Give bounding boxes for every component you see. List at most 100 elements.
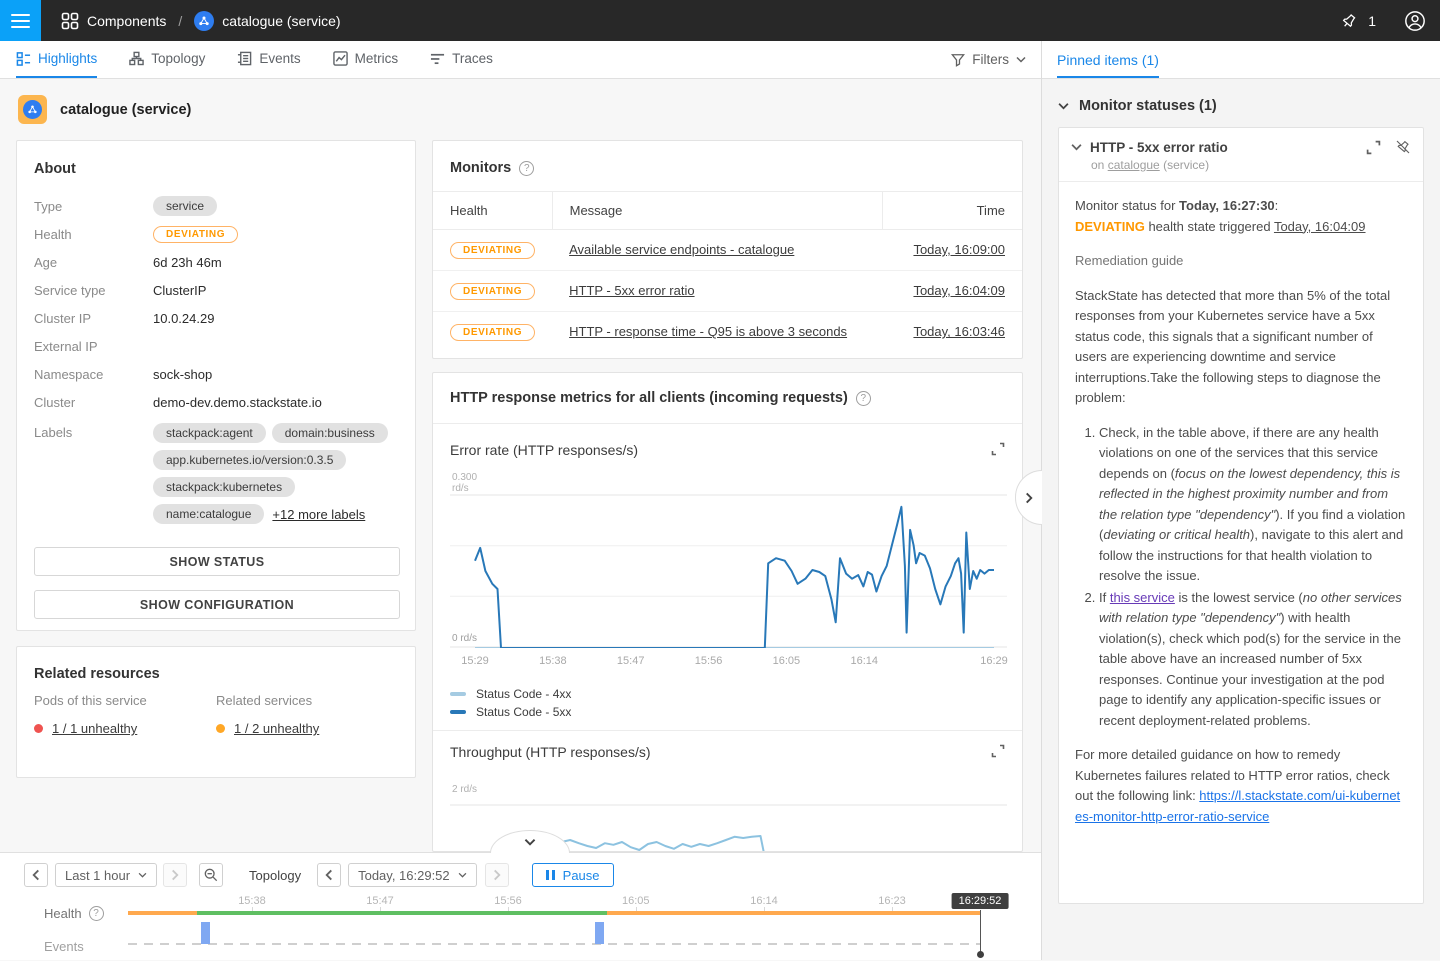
- about-title: About: [34, 161, 76, 177]
- namespace-label: Namespace: [34, 367, 153, 382]
- tab-traces[interactable]: Traces: [430, 41, 493, 78]
- tab-metrics[interactable]: Metrics: [333, 41, 399, 78]
- legend-item-5xx[interactable]: Status Code - 5xx: [450, 705, 571, 719]
- monitor-time-link[interactable]: Today, 16:04:09: [913, 283, 1005, 298]
- services-unhealthy-link[interactable]: 1 / 2 unhealthy: [234, 721, 319, 736]
- error-rate-title: Error rate (HTTP responses/s): [450, 442, 638, 458]
- traces-icon: [430, 51, 445, 66]
- breadcrumb-entity: catalogue (service): [222, 13, 340, 29]
- remediation-outro: For more detailed guidance on how to rem…: [1075, 745, 1407, 827]
- monitor-link[interactable]: HTTP - response time - Q95 is above 3 se…: [569, 324, 847, 339]
- timeline-tick-label: 16:05: [622, 895, 650, 907]
- metrics-icon: [333, 51, 348, 66]
- monitor-time-link[interactable]: Today, 16:09:00: [913, 242, 1005, 257]
- show-status-button[interactable]: SHOW STATUS: [34, 547, 400, 576]
- timeline-cursor-dot[interactable]: [977, 951, 984, 958]
- top-bar: Components / catalogue (service) 1: [0, 0, 1440, 41]
- view-tabs: Highlights Topology Events Metrics Trace…: [0, 41, 1041, 79]
- pods-unhealthy-link[interactable]: 1 / 1 unhealthy: [52, 721, 137, 736]
- components-grid-icon: [61, 12, 79, 30]
- filters-button[interactable]: Filters: [951, 41, 1026, 78]
- timeline-tick-mark: [252, 907, 253, 911]
- legend-item-4xx[interactable]: Status Code - 4xx: [450, 687, 571, 701]
- table-row: DEVIATING HTTP - 5xx error ratio Today, …: [433, 270, 1022, 311]
- chevron-down-icon: [1058, 102, 1069, 110]
- http-metrics-title: HTTP response metrics for all clients (i…: [450, 390, 848, 406]
- error-rate-ymax-label: 0.300rd/s: [452, 472, 477, 494]
- labels-label: Labels: [34, 420, 153, 440]
- legend-label: Status Code - 4xx: [476, 687, 571, 701]
- timeline-cursor-line[interactable]: [980, 910, 981, 953]
- event-marker[interactable]: [201, 922, 210, 944]
- health-segment[interactable]: [197, 911, 607, 915]
- help-icon[interactable]: ?: [856, 391, 871, 406]
- help-icon[interactable]: ?: [89, 906, 104, 921]
- health-segment[interactable]: [607, 911, 980, 915]
- avatar[interactable]: [1404, 10, 1426, 32]
- pinned-tabbar: Pinned items (1): [1042, 41, 1440, 79]
- health-timeline-bar[interactable]: [128, 911, 980, 915]
- pods-label: Pods of this service: [34, 693, 216, 708]
- entity-link[interactable]: catalogue: [1108, 158, 1160, 172]
- timeline-track[interactable]: 16:29:52 15:3815:4715:5616:0516:1416:23: [128, 853, 980, 961]
- trigger-time-link[interactable]: Today, 16:04:09: [1274, 219, 1366, 234]
- cluster-ip-value: 10.0.24.29: [153, 311, 214, 326]
- timeline-panel: Last 1 hour Topology Today, 16:29:52 Pau…: [0, 852, 1041, 960]
- timeline-tick-label: 15:47: [366, 895, 394, 907]
- tab-label: Metrics: [355, 51, 399, 66]
- chevron-down-icon[interactable]: [1071, 143, 1082, 151]
- timeline-tick-mark: [380, 907, 381, 911]
- breadcrumb-components[interactable]: Components: [87, 13, 166, 29]
- label-pill: app.kubernetes.io/version:0.3.5: [153, 450, 346, 470]
- menu-button[interactable]: [0, 0, 41, 41]
- range-back-button[interactable]: [24, 863, 48, 887]
- namespace-value: sock-shop: [153, 367, 212, 382]
- unpin-icon[interactable]: [1395, 139, 1411, 155]
- legend-label: Status Code - 5xx: [476, 705, 571, 719]
- expand-icon[interactable]: [991, 442, 1005, 456]
- cluster-label: Cluster: [34, 395, 153, 410]
- expand-icon[interactable]: [1366, 140, 1381, 155]
- monitors-table: Health Message Time DEVIATING Available …: [433, 192, 1022, 352]
- status-badge: DEVIATING: [450, 283, 535, 300]
- col-message: Message: [552, 192, 882, 229]
- more-labels-link[interactable]: +12 more labels: [272, 507, 365, 522]
- pin-icon[interactable]: [1340, 12, 1358, 30]
- http-metrics-card: HTTP response metrics for all clients (i…: [432, 372, 1023, 852]
- tab-label: Traces: [452, 51, 493, 66]
- funnel-icon: [951, 53, 965, 67]
- tab-pinned-items[interactable]: Pinned items (1): [1057, 52, 1159, 78]
- cluster-ip-label: Cluster IP: [34, 311, 153, 326]
- pinned-card-body: Monitor status for Today, 16:27:30: DEVI…: [1059, 182, 1423, 827]
- about-card: About Type service Health DEVIATING Age …: [16, 140, 416, 631]
- pinned-card-title: HTTP - 5xx error ratio: [1090, 140, 1358, 155]
- tab-highlights[interactable]: Highlights: [16, 41, 97, 78]
- error-rate-chart[interactable]: [450, 494, 1007, 648]
- deviating-state-text: DEVIATING: [1075, 219, 1145, 234]
- show-configuration-button[interactable]: SHOW CONFIGURATION: [34, 590, 400, 619]
- monitor-time-link[interactable]: Today, 16:03:46: [913, 324, 1005, 339]
- page-title: catalogue (service): [60, 102, 191, 118]
- health-label: Health: [34, 227, 153, 242]
- help-icon[interactable]: ?: [519, 161, 534, 176]
- table-row: DEVIATING Available service endpoints - …: [433, 229, 1022, 270]
- monitor-statuses-label: Monitor statuses (1): [1079, 98, 1217, 114]
- monitor-link[interactable]: HTTP - 5xx error ratio: [569, 283, 694, 298]
- event-marker[interactable]: [595, 922, 604, 944]
- legend-swatch-4xx: [450, 692, 466, 696]
- timeline-tick-mark: [508, 907, 509, 911]
- this-service-link[interactable]: this service: [1110, 590, 1175, 605]
- tab-topology[interactable]: Topology: [129, 41, 205, 78]
- pinned-card-subtitle: on catalogue (service): [1091, 158, 1411, 172]
- monitor-link[interactable]: Available service endpoints - catalogue: [569, 242, 794, 257]
- chevron-down-icon: [1016, 56, 1026, 63]
- time-range-value: Last 1 hour: [65, 868, 130, 883]
- service-type-value: ClusterIP: [153, 283, 206, 298]
- remediation-guide-title: Remediation guide: [1075, 251, 1407, 272]
- health-segment[interactable]: [128, 911, 197, 915]
- tab-events[interactable]: Events: [237, 41, 300, 78]
- expand-icon[interactable]: [991, 744, 1005, 758]
- monitor-statuses-header[interactable]: Monitor statuses (1): [1042, 79, 1440, 127]
- error-rate-x-axis: 15:2915:3815:4715:5616:0516:1416:29: [450, 655, 1007, 669]
- events-icon: [237, 51, 252, 66]
